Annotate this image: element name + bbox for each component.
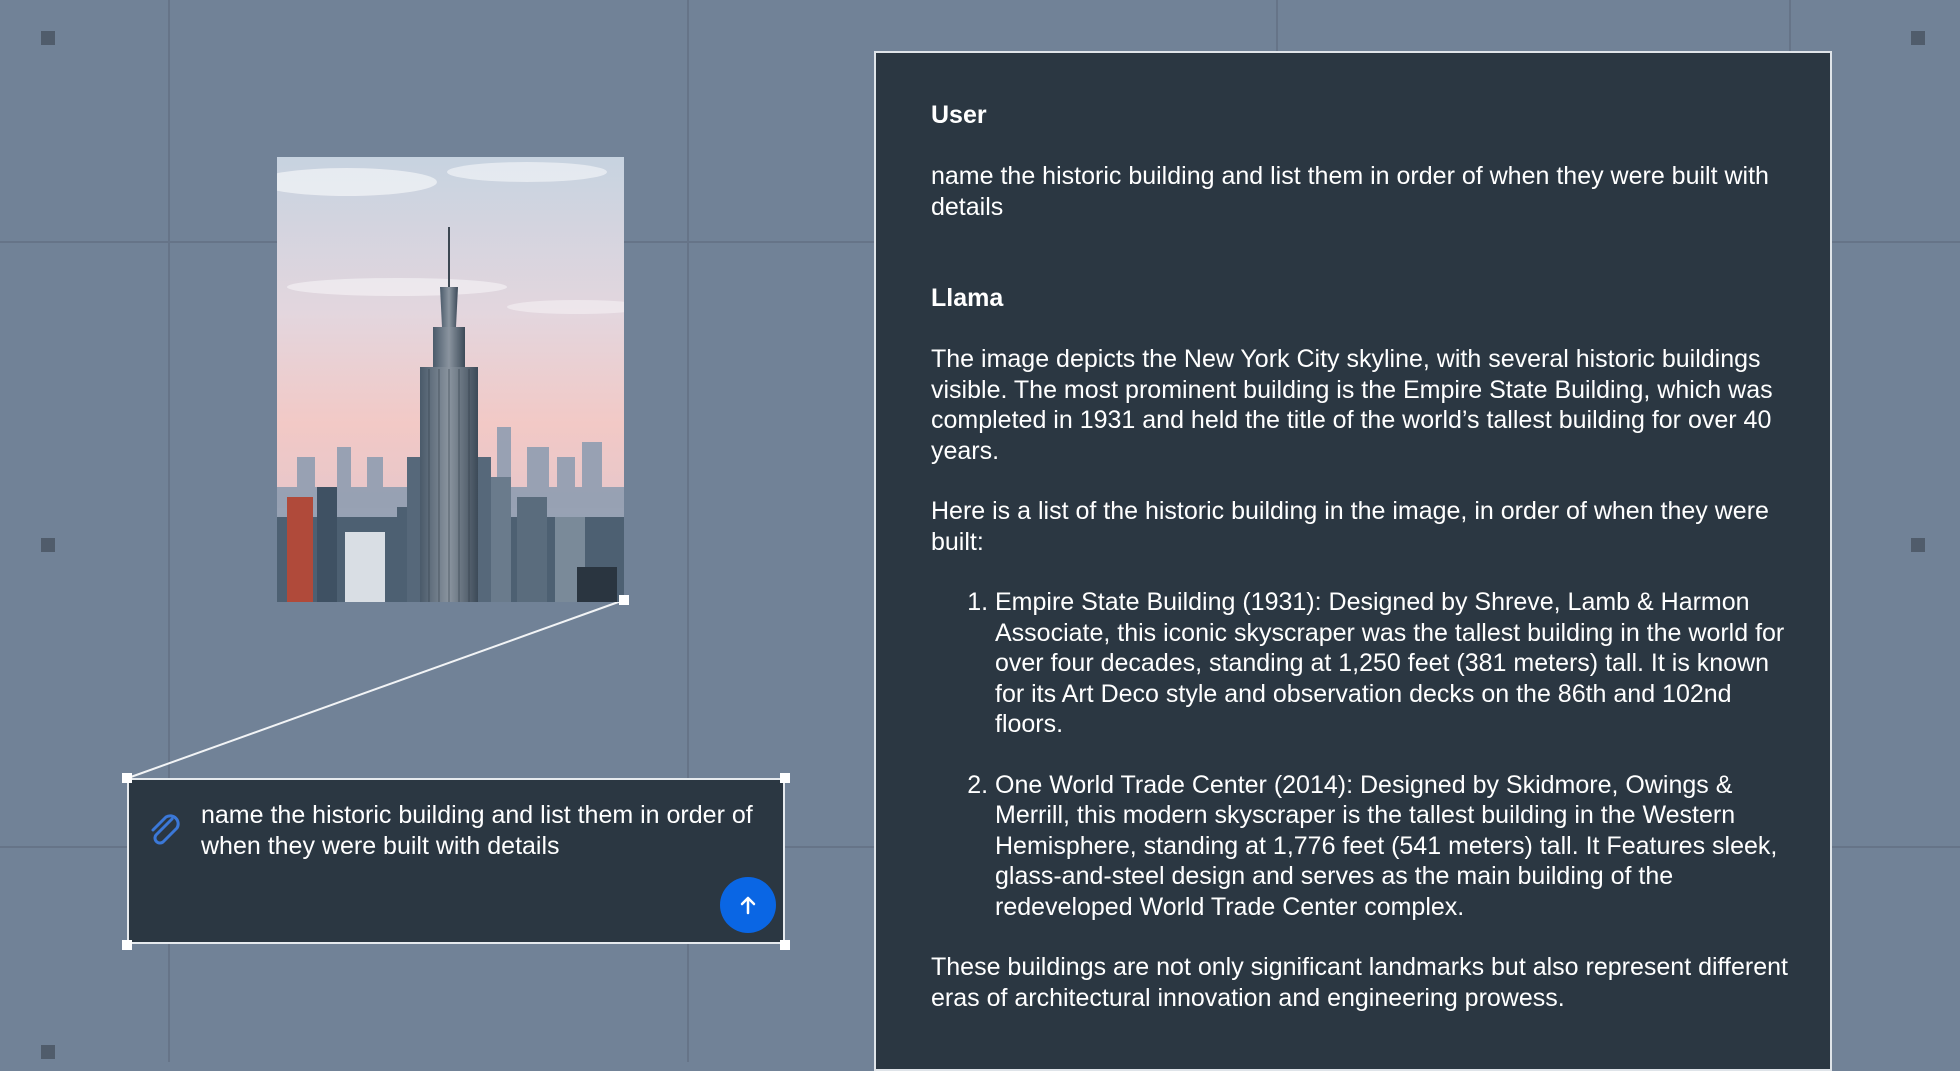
assistant-intro: The image depicts the New York City skyl… <box>931 345 1773 465</box>
assistant-conclusion: These buildings are not only significant… <box>931 953 1788 1012</box>
empire-state-building-photo-icon <box>277 157 624 602</box>
corner-marker <box>1911 31 1925 45</box>
assistant-label: Llama <box>931 284 1004 312</box>
list-item: One World Trade Center (2014): Designed … <box>995 770 1791 923</box>
corner-marker <box>1911 538 1925 552</box>
skyline-photo <box>277 157 624 602</box>
chat-transcript: User name the historic building and list… <box>931 100 1791 1013</box>
chat-panel: User name the historic building and list… <box>874 51 1832 1071</box>
paperclip-icon[interactable] <box>145 810 185 850</box>
prompt-text[interactable]: name the historic building and list them… <box>201 800 761 862</box>
resize-handle[interactable] <box>122 940 132 950</box>
user-label: User <box>931 101 987 129</box>
send-button[interactable] <box>720 877 776 933</box>
resize-handle[interactable] <box>780 773 790 783</box>
resize-handle[interactable] <box>780 940 790 950</box>
user-message: name the historic building and list them… <box>931 162 1769 221</box>
resize-handle[interactable] <box>122 773 132 783</box>
corner-marker <box>41 1045 55 1059</box>
list-item: Empire State Building (1931): Designed b… <box>995 587 1791 740</box>
arrow-up-icon <box>740 896 756 915</box>
corner-marker <box>41 538 55 552</box>
assistant-list-intro: Here is a list of the historic building … <box>931 497 1769 556</box>
resize-handle[interactable] <box>619 595 629 605</box>
building-list: Empire State Building (1931): Designed b… <box>931 587 1791 922</box>
prompt-card: name the historic building and list them… <box>127 778 785 944</box>
corner-marker <box>41 31 55 45</box>
